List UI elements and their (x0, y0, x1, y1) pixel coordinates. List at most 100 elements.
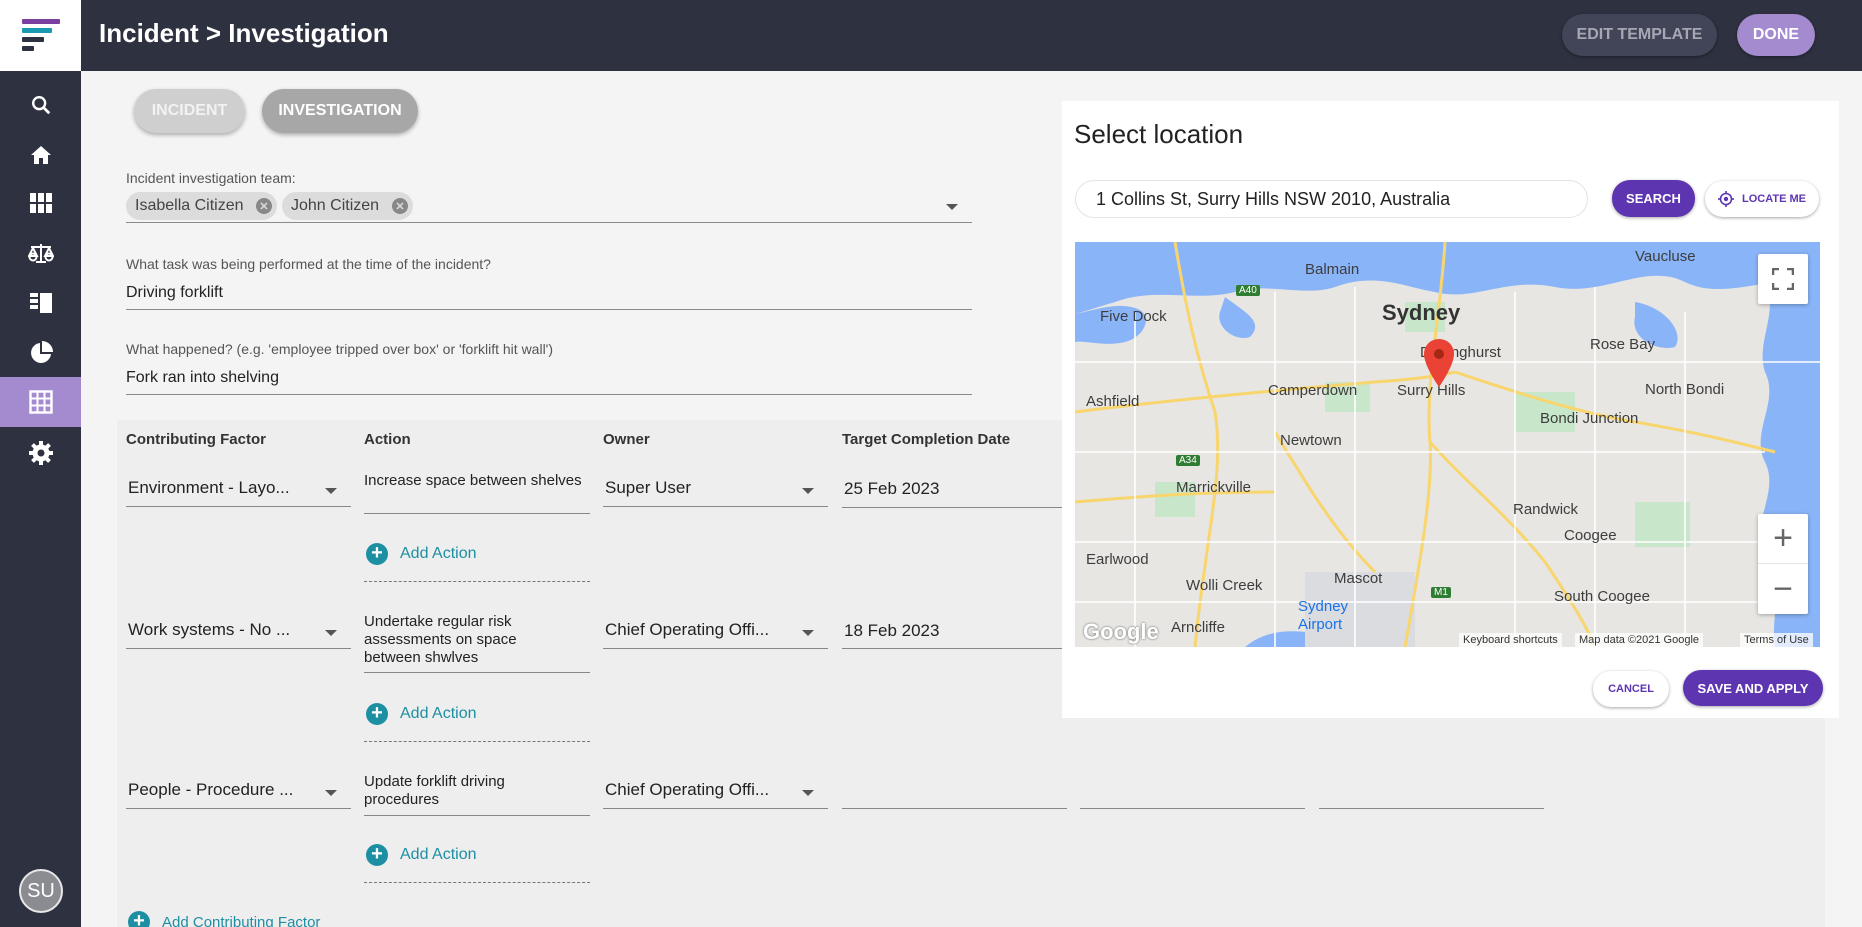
map-label: South Coogee (1554, 588, 1650, 605)
owner-value: Chief Operating Offi... (605, 780, 770, 799)
locate-me-button[interactable]: LOCATE ME (1705, 181, 1819, 217)
cell-underline (126, 506, 351, 507)
zoom-out-button[interactable]: − (1758, 564, 1808, 614)
empty-input-underline[interactable] (1080, 808, 1305, 809)
avatar[interactable]: SU (19, 869, 63, 913)
empty-input-underline[interactable] (1319, 808, 1544, 809)
happened-input[interactable]: Fork ran into shelving (126, 369, 279, 387)
chevron-down-icon (325, 488, 337, 494)
chevron-down-icon (802, 488, 814, 494)
chip-label: John Citizen (291, 197, 380, 214)
factor-select[interactable]: Environment - Layo... (126, 474, 351, 504)
chevron-down-icon (325, 630, 337, 636)
cell-underline (364, 672, 590, 673)
map-view[interactable]: Balmain Vaucluse Five Dock Sydney Darlin… (1075, 242, 1820, 647)
save-and-apply-button[interactable]: SAVE AND APPLY (1683, 670, 1823, 706)
zoom-in-button[interactable]: + (1758, 514, 1808, 564)
action-input[interactable]: Update forklift driving procedures (364, 773, 564, 809)
add-action-label: Add Action (400, 705, 477, 722)
dialog-title: Select location (1074, 119, 1244, 149)
cell-underline (126, 648, 351, 649)
table-icon (28, 390, 53, 414)
sidebar-item-settings[interactable] (0, 429, 81, 477)
tab-investigation[interactable]: INVESTIGATION (262, 89, 418, 133)
done-button[interactable]: DONE (1737, 14, 1815, 56)
cell-underline (603, 808, 828, 809)
sidebar-item-registers[interactable] (0, 279, 81, 327)
address-input[interactable]: 1 Collins St, Surry Hills NSW 2010, Aust… (1075, 180, 1588, 218)
search-button[interactable]: SEARCH (1612, 180, 1695, 217)
factor-select[interactable]: People - Procedure ... (126, 776, 351, 806)
column-header-factor: Contributing Factor (126, 431, 266, 448)
team-label: Incident investigation team: (126, 170, 296, 186)
team-dropdown-icon[interactable] (946, 204, 958, 210)
map-marker-icon[interactable] (1424, 339, 1454, 387)
add-action-button[interactable]: + Add Action (366, 703, 477, 725)
remove-chip-icon[interactable]: ✕ (392, 198, 408, 214)
crosshair-icon (1718, 191, 1735, 207)
owner-select[interactable]: Chief Operating Offi... (603, 776, 828, 806)
terms-of-use-link[interactable]: Terms of Use (1740, 633, 1813, 647)
add-action-button[interactable]: + Add Action (366, 844, 477, 866)
action-input[interactable]: Increase space between shelves (364, 472, 584, 490)
factor-select[interactable]: Work systems - No ... (126, 616, 351, 646)
sidebar-item-compliance[interactable] (0, 229, 81, 277)
map-label: Five Dock (1100, 308, 1167, 325)
logo-bar (22, 46, 34, 51)
map-label: Sydney Airport (1298, 598, 1349, 633)
sidebar-item-home[interactable] (0, 131, 81, 179)
date-input[interactable]: 25 Feb 2023 (842, 475, 1062, 505)
edit-template-button[interactable]: EDIT TEMPLATE (1562, 14, 1717, 56)
map-label: Mascot (1334, 570, 1383, 587)
cancel-button[interactable]: CANCEL (1593, 671, 1669, 707)
app-logo[interactable] (0, 0, 81, 71)
plus-icon: + (366, 543, 388, 565)
sidebar-item-search[interactable] (0, 81, 81, 129)
road-badge: M1 (1431, 587, 1451, 598)
action-input[interactable]: Undertake regular risk assessments on sp… (364, 613, 564, 667)
owner-select[interactable]: Chief Operating Offi... (603, 616, 828, 646)
dashed-divider (364, 581, 590, 582)
plus-icon: + (366, 703, 388, 725)
tab-incident[interactable]: INCIDENT (134, 89, 245, 133)
map-label: Newtown (1280, 432, 1342, 449)
sidebar-item-tables[interactable] (0, 377, 81, 427)
column-header-date: Target Completion Date (842, 431, 1011, 448)
task-input[interactable]: Driving forklift (126, 284, 223, 302)
factor-value: Work systems - No ... (128, 620, 291, 639)
top-bar: Incident > Investigation EDIT TEMPLATE D… (0, 0, 1862, 71)
map-label: Wolli Creek (1186, 577, 1263, 594)
map-label: Coogee (1564, 527, 1617, 544)
owner-select[interactable]: Super User (603, 474, 828, 504)
map-label: Bondi Junction (1540, 410, 1639, 427)
plus-icon: + (366, 844, 388, 866)
sidebar-item-dashboard[interactable] (0, 179, 81, 227)
chip-label: Isabella Citizen (135, 197, 244, 214)
add-action-label: Add Action (400, 545, 477, 562)
map-label: Balmain (1305, 261, 1360, 278)
task-field-underline (126, 309, 972, 310)
map-label: Camperdown (1268, 382, 1358, 399)
remove-chip-icon[interactable]: ✕ (256, 198, 272, 214)
google-logo: Google (1083, 619, 1159, 644)
fullscreen-button[interactable] (1758, 254, 1808, 304)
plus-icon: + (128, 911, 150, 927)
sidebar-item-reports[interactable] (0, 329, 81, 377)
zoom-controls: + − (1758, 514, 1808, 614)
date-input[interactable]: 18 Feb 2023 (842, 617, 1062, 647)
add-contributing-factor-button[interactable]: + Add Contributing Factor (128, 911, 320, 927)
owner-value: Chief Operating Offi... (605, 620, 770, 639)
search-icon (31, 96, 50, 115)
map-label: Randwick (1513, 501, 1579, 518)
add-action-button[interactable]: + Add Action (366, 543, 477, 565)
owner-value: Super User (605, 478, 691, 497)
locate-me-label: LOCATE ME (1742, 193, 1806, 205)
cell-underline (364, 815, 590, 816)
map-data-attribution: Map data ©2021 Google (1575, 633, 1704, 647)
happened-field-underline (126, 394, 972, 395)
date-input-underline[interactable] (842, 808, 1067, 809)
page-title: Incident > Investigation (99, 18, 389, 48)
dashed-divider (364, 882, 590, 883)
road-badge: A40 (1236, 285, 1260, 296)
keyboard-shortcuts-link[interactable]: Keyboard shortcuts (1459, 633, 1562, 647)
